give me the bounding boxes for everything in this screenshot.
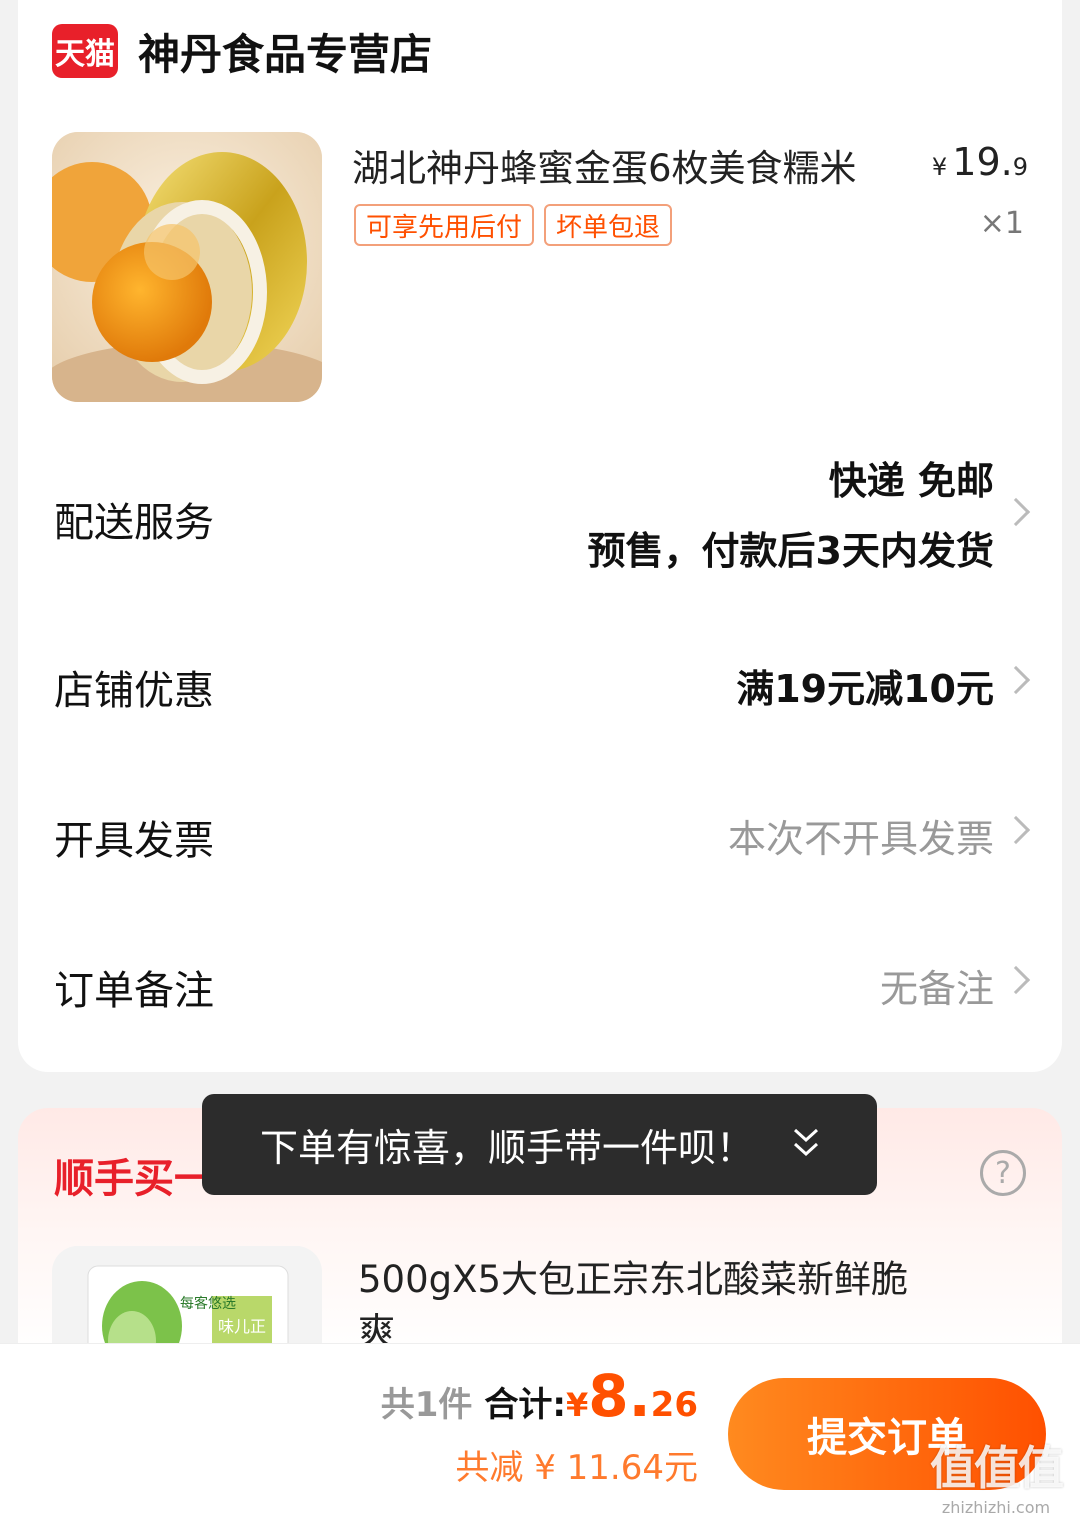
invoice-value[interactable]: 本次不开具发票: [728, 808, 994, 863]
store-name[interactable]: 神丹食品专营店: [138, 21, 432, 82]
price-symbol: ¥: [931, 153, 948, 181]
delivery-presale[interactable]: 预售，付款后3天内发货: [588, 520, 994, 575]
product-tags: 可享先用后付 坏单包退: [354, 204, 673, 246]
sum-label: 合计:: [484, 1385, 567, 1425]
discount-total: 共减 ¥ 11.64元: [455, 1448, 698, 1488]
watermark: 值值值 zhizhizhi.com: [930, 1432, 1064, 1513]
price-integer: 19.: [952, 140, 1013, 184]
upsell-title: 顺手买一: [54, 1156, 214, 1202]
sum-symbol: ¥: [566, 1386, 589, 1424]
product-quantity: ×1: [979, 206, 1024, 241]
watermark-text: 值值值: [930, 1441, 1064, 1495]
side-text: 味儿正: [218, 1317, 266, 1336]
note-label: 订单备注: [54, 968, 214, 1014]
toast-text: 下单有惊喜，顺手带一件呗！: [260, 1126, 755, 1170]
sum-integer: 8.: [588, 1362, 651, 1430]
coupon-label: 店铺优惠: [54, 668, 214, 714]
tag-refund: 坏单包退: [544, 204, 673, 246]
total-line: 共1件 合计: ¥ 8. 26: [381, 1362, 698, 1430]
upsell-toast[interactable]: 下单有惊喜，顺手带一件呗！: [202, 1094, 877, 1195]
note-value[interactable]: 无备注: [880, 958, 994, 1013]
watermark-url: zhizhizhi.com: [941, 1498, 1051, 1513]
double-chevron-down-icon[interactable]: [789, 1124, 823, 1164]
item-count: 共1件: [380, 1385, 473, 1425]
tag-pay-later: 可享先用后付: [354, 204, 535, 246]
coupon-value[interactable]: 满19元减10元: [736, 658, 994, 713]
invoice-label: 开具发票: [54, 818, 214, 864]
product-price: ¥ 19.9: [932, 140, 1028, 184]
help-icon[interactable]: ?: [980, 1150, 1026, 1196]
brand-text: 每客悠选: [180, 1295, 236, 1312]
tmall-logo: 天猫: [52, 24, 118, 78]
delivery-label: 配送服务: [54, 500, 214, 546]
sum-decimal: 26: [650, 1385, 698, 1425]
store-header[interactable]: 天猫 神丹食品专营店: [52, 20, 432, 82]
price-decimal: 9: [1012, 153, 1028, 181]
delivery-method[interactable]: 快递 免邮: [829, 450, 994, 505]
product-title[interactable]: 湖北神丹蜂蜜金蛋6枚美食糯米: [352, 138, 857, 192]
product-image[interactable]: [52, 132, 322, 402]
